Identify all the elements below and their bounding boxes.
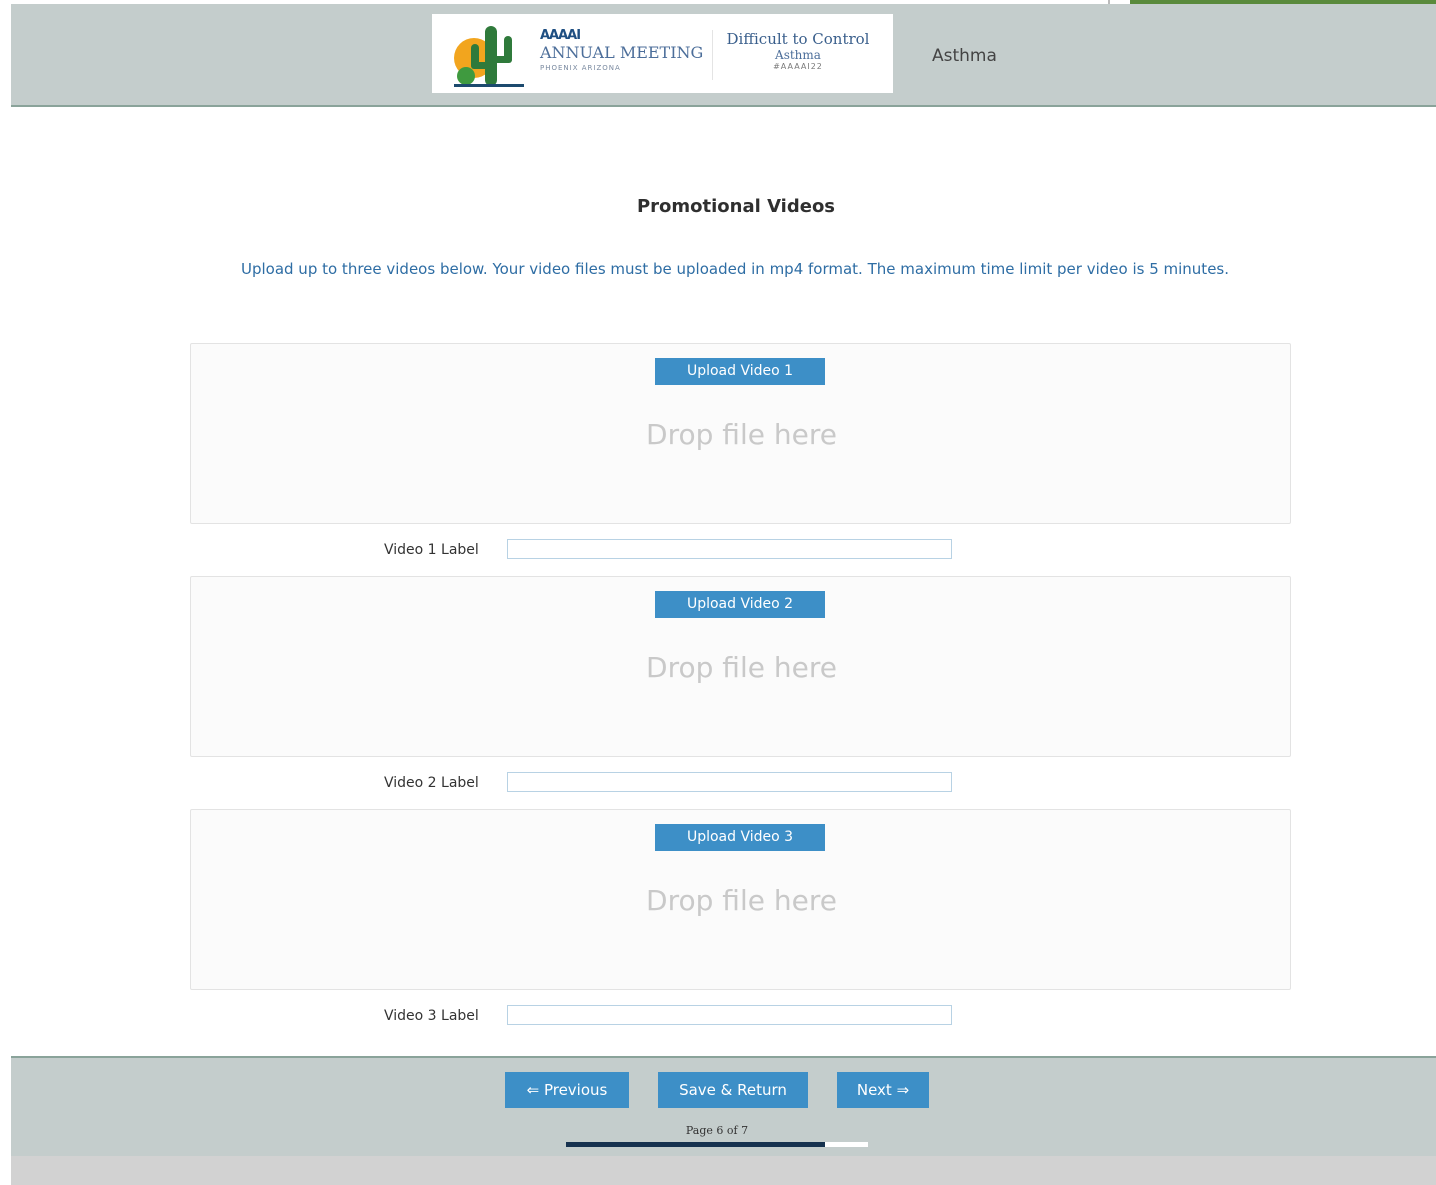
upload-instructions: Upload up to three videos below. Your vi… xyxy=(240,260,1229,278)
next-button[interactable]: Next ⇒ xyxy=(837,1072,929,1108)
header-title: Asthma xyxy=(932,46,997,66)
video-2-label-input[interactable] xyxy=(507,772,952,792)
cactus-sun-logo-icon xyxy=(454,26,524,87)
upload-video-1-button[interactable]: Upload Video 1 xyxy=(655,358,825,385)
footer-nav: ⇐ Previous Save & Return Next ⇒ Page 6 o… xyxy=(11,1056,1436,1156)
logo-event-line3: #AAAAI22 xyxy=(773,62,823,71)
drop-file-text: Drop file here xyxy=(646,884,837,917)
previous-button[interactable]: ⇐ Previous xyxy=(505,1072,629,1108)
video-1-drop-zone[interactable]: Upload Video 1 Drop file here xyxy=(190,343,1291,524)
logo-org: AAAAI xyxy=(540,28,581,43)
logo-event-line1: Difficult to Control xyxy=(726,30,870,48)
video-1-label-input[interactable] xyxy=(507,539,952,559)
page-title: Promotional Videos xyxy=(636,196,836,217)
logo-tagline: PHOENIX ARIZONA xyxy=(540,64,621,72)
upload-video-3-button[interactable]: Upload Video 3 xyxy=(655,824,825,851)
drop-file-text: Drop file here xyxy=(646,651,837,684)
logo-divider xyxy=(712,30,713,80)
upload-video-2-button[interactable]: Upload Video 2 xyxy=(655,591,825,618)
video-2-drop-zone[interactable]: Upload Video 2 Drop file here xyxy=(190,576,1291,757)
bottom-strip xyxy=(11,1156,1436,1185)
logo-event-line2: Asthma xyxy=(775,48,821,62)
video-2-label-caption: Video 2 Label xyxy=(384,775,479,791)
drop-file-text: Drop file here xyxy=(646,418,837,451)
progress-fill xyxy=(566,1142,825,1147)
video-3-label-input[interactable] xyxy=(507,1005,952,1025)
video-2-label-row: Video 2 Label xyxy=(190,772,1291,796)
video-3-label-row: Video 3 Label xyxy=(190,1005,1291,1029)
save-return-button[interactable]: Save & Return xyxy=(658,1072,808,1108)
header: AAAAI ANNUAL MEETING PHOENIX ARIZONA Dif… xyxy=(11,4,1436,107)
video-3-drop-zone[interactable]: Upload Video 3 Drop file here xyxy=(190,809,1291,990)
video-1-label-row: Video 1 Label xyxy=(190,539,1291,563)
logo-text: AAAAI ANNUAL MEETING PHOENIX ARIZONA xyxy=(540,28,720,88)
logo-event: Difficult to Control Asthma #AAAAI22 xyxy=(718,30,878,71)
page-indicator: Page 6 of 7 xyxy=(685,1124,749,1137)
video-3-label-caption: Video 3 Label xyxy=(384,1008,479,1024)
logo-meeting: ANNUAL MEETING xyxy=(540,43,704,62)
video-1-label-caption: Video 1 Label xyxy=(384,542,479,558)
progress-bar xyxy=(566,1142,868,1147)
meeting-logo: AAAAI ANNUAL MEETING PHOENIX ARIZONA Dif… xyxy=(432,14,893,93)
